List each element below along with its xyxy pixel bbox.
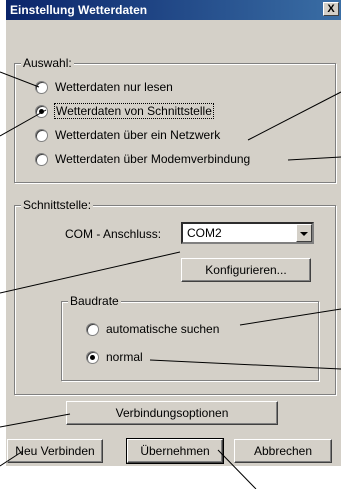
window-title: Einstellung Wetterdaten <box>10 3 148 17</box>
com-port-label: COM - Anschluss: <box>65 227 162 241</box>
radio-read-only-label[interactable]: Wetterdaten nur lesen <box>55 80 173 94</box>
apply-button[interactable]: Übernehmen <box>126 438 224 464</box>
radio-interface[interactable] <box>35 105 48 118</box>
radio-modem-label[interactable]: Wetterdaten über Modemverbindung <box>55 152 250 166</box>
baudrate-group: Baudrate automatische suchen normal <box>61 294 319 381</box>
radio-interface-label[interactable]: Wetterdaten von Schnittstelle <box>54 103 214 119</box>
connection-options-button[interactable]: Verbindungsoptionen <box>66 401 278 425</box>
radio-network-label[interactable]: Wetterdaten über ein Netzwerk <box>55 128 220 142</box>
configure-button[interactable]: Konfigurieren... <box>181 258 311 282</box>
radio-read-only[interactable] <box>35 81 48 94</box>
radio-baud-normal-label[interactable]: normal <box>106 350 143 364</box>
schnittstelle-group: Schnittstelle: COM - Anschluss: COM2 Kon… <box>14 198 336 395</box>
radio-modem[interactable] <box>35 153 48 166</box>
cancel-button[interactable]: Abbrechen <box>234 439 332 463</box>
reconnect-button[interactable]: Neu Verbinden <box>7 439 103 463</box>
radio-network[interactable] <box>35 129 48 142</box>
schnittstelle-legend: Schnittstelle: <box>21 198 94 212</box>
radio-baud-auto-label[interactable]: automatische suchen <box>106 322 219 336</box>
title-bar[interactable]: Einstellung Wetterdaten X <box>6 0 341 20</box>
radio-baud-normal[interactable] <box>86 351 99 364</box>
com-port-value: COM2 <box>187 226 222 240</box>
close-button[interactable]: X <box>323 2 339 16</box>
auswahl-legend: Auswahl: <box>21 56 74 70</box>
settings-dialog: Einstellung Wetterdaten X Auswahl: Wette… <box>6 0 341 466</box>
chevron-down-icon[interactable] <box>296 224 312 242</box>
auswahl-group: Auswahl: Wetterdaten nur lesen Wetterdat… <box>14 56 336 183</box>
baudrate-legend: Baudrate <box>68 294 121 308</box>
radio-baud-auto[interactable] <box>86 323 99 336</box>
com-port-select[interactable]: COM2 <box>181 222 314 244</box>
